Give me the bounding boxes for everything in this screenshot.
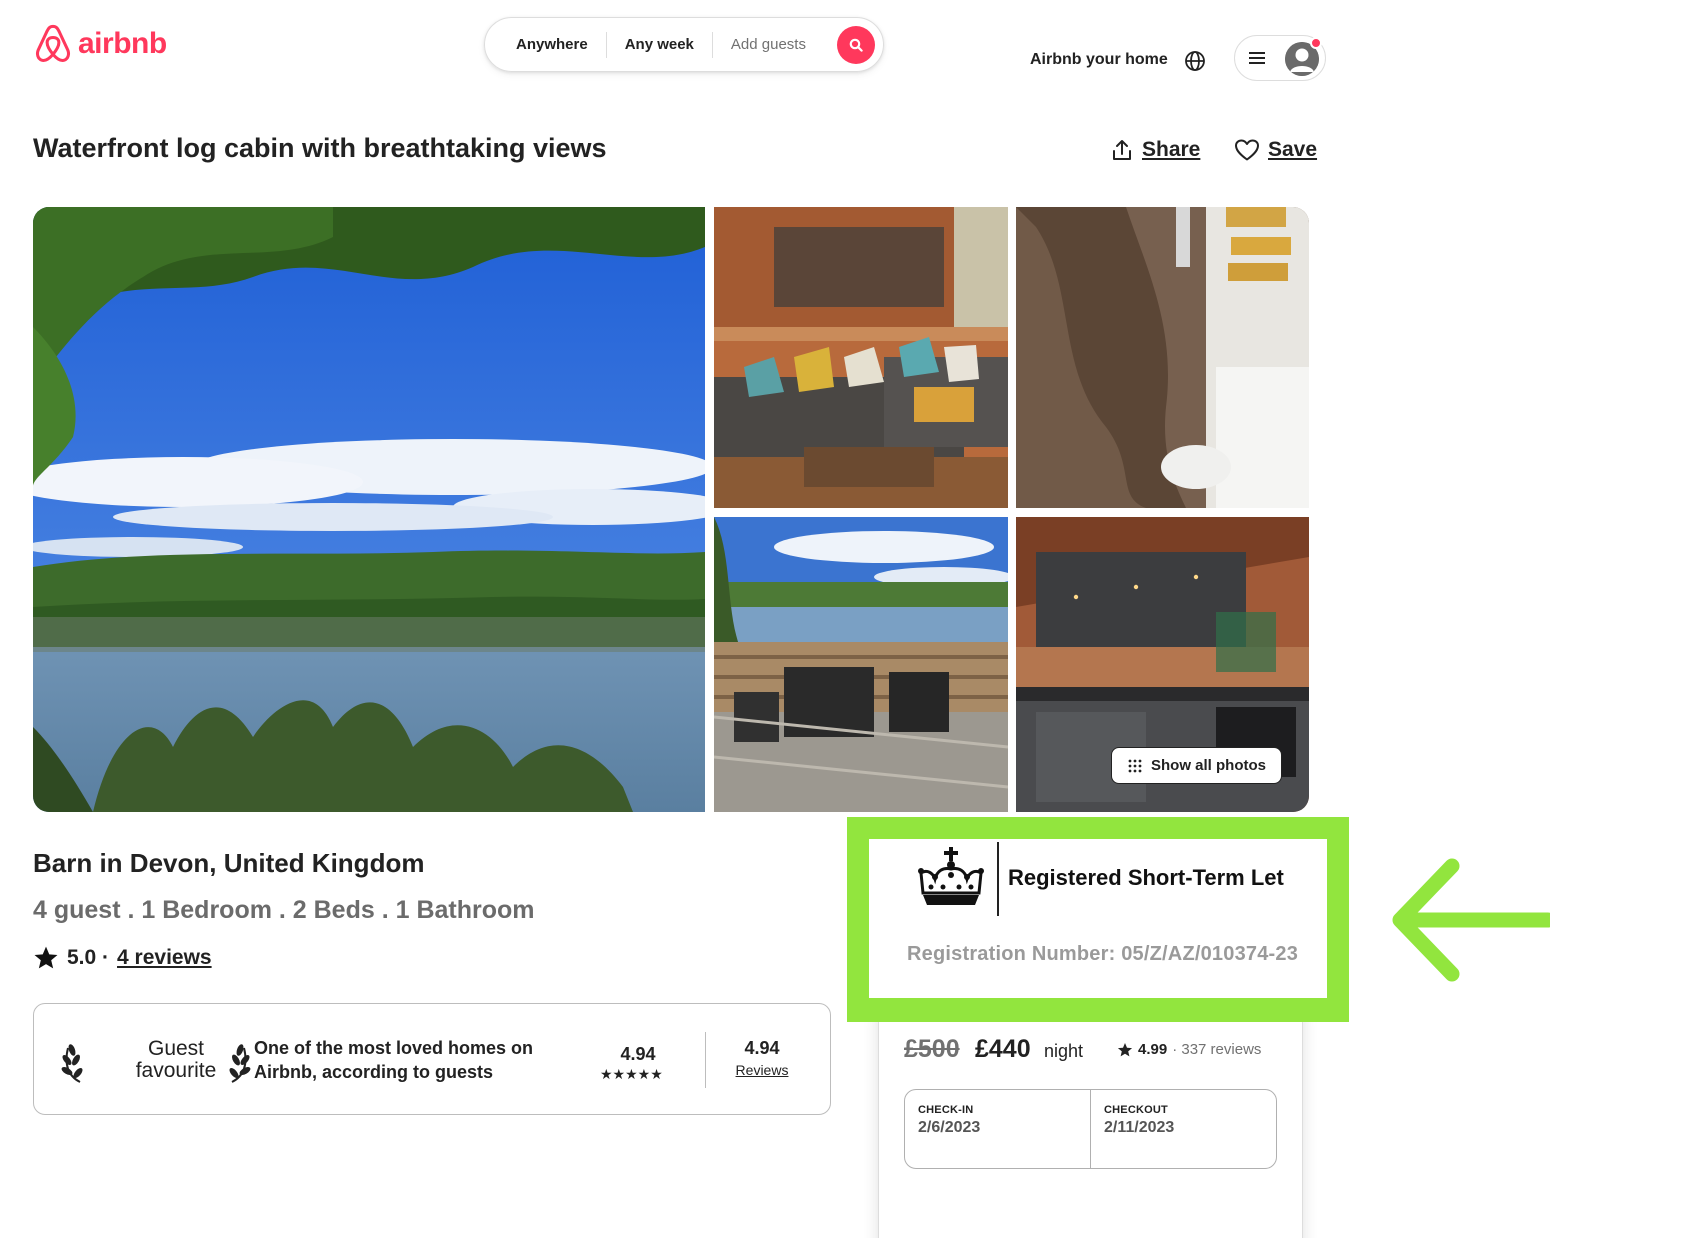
rating-row: 5.0 · 4 reviews [33, 945, 212, 971]
search-dates[interactable]: Any week [607, 33, 712, 57]
search-icon [849, 38, 863, 52]
globe-icon[interactable] [1183, 49, 1207, 73]
photo-living-room[interactable] [714, 207, 1008, 508]
show-all-photos-label: Show all photos [1151, 757, 1266, 774]
hamburger-icon [1249, 52, 1265, 64]
photo-terrace[interactable] [714, 517, 1008, 812]
booking-rating-value: 4.99 [1138, 1041, 1168, 1058]
laurel-icon [61, 1044, 83, 1083]
search-button[interactable] [837, 26, 875, 64]
user-menu-button[interactable] [1234, 35, 1326, 81]
nightly-price: £440 [975, 1035, 1031, 1063]
registration-number: Registration Number: 05/Z/AZ/010374-23 [907, 943, 1299, 965]
original-price: £500 [904, 1035, 960, 1063]
checkin-field[interactable]: CHECK-IN 2/6/2023 [905, 1090, 1091, 1168]
page-title: Waterfront log cabin with breathtaking v… [33, 133, 607, 163]
guest-favourite-description: One of the most loved homes on Airbnb, a… [254, 1038, 534, 1082]
lake-view-image [33, 207, 705, 812]
photo-bathroom[interactable] [1016, 207, 1309, 508]
star-icon [1117, 1042, 1133, 1056]
checkin-label: CHECK-IN [918, 1104, 974, 1116]
notification-dot [1310, 37, 1322, 49]
review-score: 4.94 [744, 1038, 780, 1058]
star-icon [34, 946, 58, 969]
guest-favourite-line1: Guest [147, 1037, 205, 1060]
laurel-icon [229, 1044, 251, 1083]
grid-dots-icon [1128, 759, 1142, 772]
search-location[interactable]: Anywhere [485, 33, 606, 57]
main-photo-lake-view[interactable] [33, 207, 705, 812]
guest-favourite-line2: favourite [135, 1059, 217, 1082]
save-label: Save [1268, 138, 1318, 161]
airbnb-your-home-link[interactable]: Airbnb your home [1030, 51, 1168, 69]
share-label: Share [1142, 138, 1201, 161]
guest-favourite-badge: Guest favourite [60, 1034, 252, 1088]
arrow-left-icon [1392, 858, 1550, 982]
checkout-field[interactable]: CHECKOUT 2/11/2023 [1091, 1090, 1277, 1168]
registration-highlight-frame: Registered Short-Term Let Registration N… [847, 817, 1349, 1022]
search-bar[interactable]: Anywhere Any week Add guests [484, 17, 884, 72]
save-button[interactable]: Save [1234, 138, 1317, 162]
heart-icon [1235, 139, 1259, 161]
checkin-value: 2/6/2023 [918, 1119, 981, 1136]
rating-value: 5.0 · [67, 946, 110, 969]
show-all-photos-button[interactable]: Show all photos [1111, 747, 1282, 784]
divider [705, 1032, 706, 1088]
registration-title: Registered Short-Term Let [1008, 865, 1284, 890]
reviews-count-link[interactable]: Reviews [724, 1062, 800, 1078]
share-icon [1113, 140, 1131, 160]
checkout-value: 2/11/2023 [1104, 1119, 1175, 1136]
living-room-image [714, 207, 1008, 508]
guest-favourite-text: Guest favourite [120, 1038, 232, 1082]
date-picker[interactable]: CHECK-IN 2/6/2023 CHECKOUT 2/11/2023 [904, 1089, 1277, 1169]
bathroom-image [1016, 207, 1309, 508]
listing-specs: 4 guest . 1 Bedroom . 2 Beds . 1 Bathroo… [33, 896, 535, 924]
airbnb-logo-icon [35, 24, 71, 63]
airbnb-logo[interactable]: airbnb [34, 24, 167, 64]
logo-text: airbnb [78, 27, 167, 60]
guest-favourite-score: 4.94 [620, 1044, 656, 1064]
search-guests[interactable]: Add guests [713, 33, 824, 57]
share-button[interactable]: Share [1110, 138, 1200, 162]
guest-favourite-stars: ★★★★★ [600, 1066, 663, 1082]
checkout-label: CHECKOUT [1104, 1104, 1168, 1116]
registration-badge: Registered Short-Term Let Registration N… [869, 839, 1327, 998]
divider [997, 842, 999, 916]
booking-rating: 4.99 · 337 reviews [1117, 1041, 1261, 1058]
booking-reviews-count[interactable]: · 337 reviews [1172, 1041, 1261, 1058]
terrace-image [714, 517, 1008, 812]
listing-subtitle: Barn in Devon, United Kingdom [33, 848, 425, 878]
booking-card: £500 £440 night 4.99 · 337 reviews CHECK… [878, 1000, 1303, 1238]
price-unit: night [1044, 1041, 1084, 1061]
crown-icon [918, 847, 984, 905]
reviews-link[interactable]: 4 reviews [117, 946, 212, 970]
guest-favourite-card[interactable]: Guest favourite One of the most loved ho… [33, 1003, 831, 1115]
